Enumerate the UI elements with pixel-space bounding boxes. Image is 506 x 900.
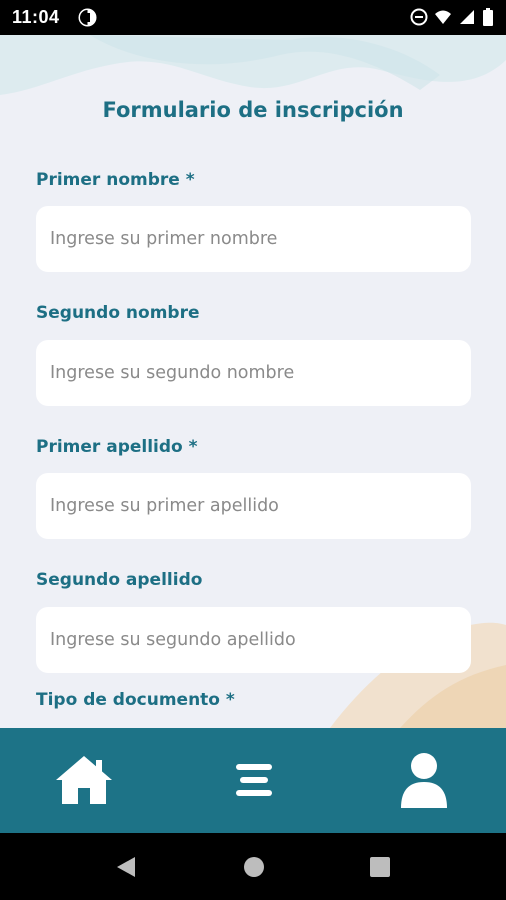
user-profile-icon bbox=[401, 753, 447, 808]
status-icons bbox=[410, 8, 494, 26]
app-notification-icon bbox=[78, 8, 97, 27]
back-icon bbox=[117, 857, 135, 877]
system-back-button[interactable] bbox=[112, 853, 140, 881]
wifi-icon bbox=[434, 8, 452, 26]
menu-icon bbox=[236, 764, 272, 796]
first-surname-label: Primer apellido * bbox=[36, 437, 198, 457]
system-home-button[interactable] bbox=[240, 853, 268, 881]
nav-profile-button[interactable] bbox=[394, 750, 454, 810]
form-title: Formulario de inscripción bbox=[102, 98, 404, 122]
middle-name-input[interactable] bbox=[36, 340, 471, 406]
nav-menu-button[interactable] bbox=[224, 750, 284, 810]
registration-screen: Formulario de inscripción Primer nombre … bbox=[0, 35, 506, 728]
status-time: 11:04 bbox=[12, 7, 60, 27]
battery-icon bbox=[482, 8, 494, 26]
signal-icon bbox=[458, 8, 476, 26]
status-bar: 11:04 bbox=[0, 0, 506, 35]
first-name-label: Primer nombre * bbox=[36, 170, 195, 190]
document-type-label: Tipo de documento * bbox=[36, 690, 235, 710]
nav-home-button[interactable] bbox=[54, 750, 114, 810]
home-icon bbox=[56, 756, 112, 804]
second-surname-label: Segundo apellido bbox=[36, 570, 203, 590]
system-recents-button[interactable] bbox=[366, 853, 394, 881]
home-circle-icon bbox=[244, 857, 264, 877]
second-surname-input[interactable] bbox=[36, 607, 471, 673]
recents-icon bbox=[370, 857, 390, 877]
first-surname-input[interactable] bbox=[36, 473, 471, 539]
middle-name-label: Segundo nombre bbox=[36, 303, 200, 323]
bottom-navigation bbox=[0, 728, 506, 833]
do-not-disturb-icon bbox=[410, 8, 428, 26]
first-name-input[interactable] bbox=[36, 206, 471, 272]
system-navigation-bar bbox=[0, 833, 506, 900]
